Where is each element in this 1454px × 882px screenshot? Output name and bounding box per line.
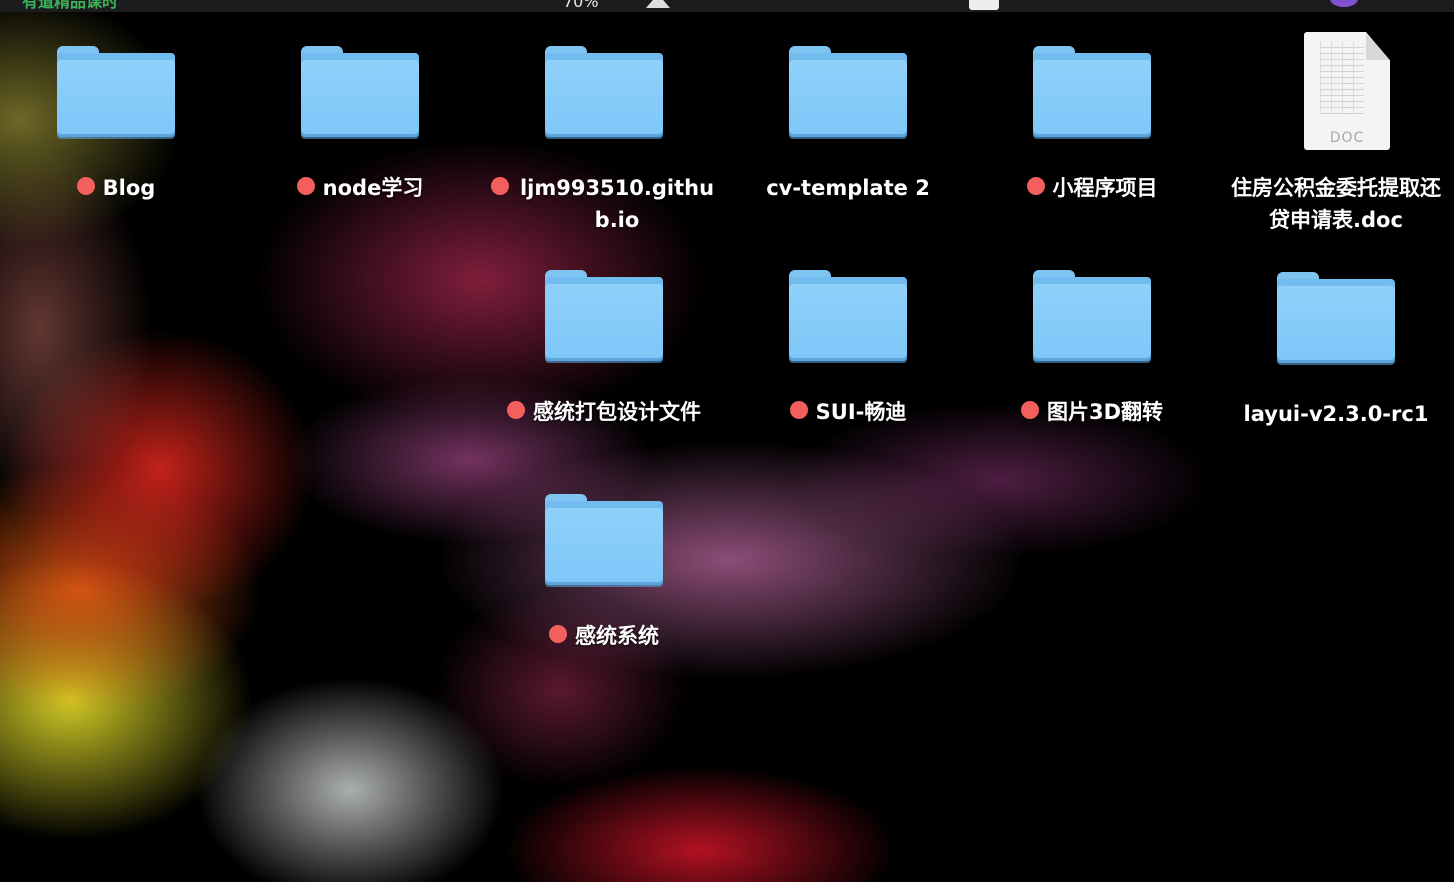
folder-icon (1033, 270, 1151, 362)
item-label: 小程序项目 (970, 172, 1214, 204)
volume-icon[interactable] (480, 0, 504, 10)
siri-icon[interactable] (1330, 0, 1358, 7)
folder-icon (1277, 272, 1395, 364)
item-label: 感统打包设计文件 (482, 396, 726, 428)
menu-bar: 有道精品课时 70% (0, 0, 1454, 12)
folder-icon (789, 270, 907, 362)
item-label: SUI-畅迪 (726, 396, 970, 428)
bluetooth-icon[interactable] (380, 0, 404, 10)
red-tag-icon (507, 401, 525, 419)
item-label: Blog (0, 172, 238, 204)
airplay-icon[interactable] (646, 0, 670, 8)
item-label: node学习 (238, 172, 482, 204)
input-source-icon[interactable] (765, 0, 789, 10)
item-label: 住房公积金委托提取还贷申请表.doc (1231, 176, 1441, 232)
time-machine-icon[interactable] (430, 0, 454, 10)
folder-icon (1033, 46, 1151, 138)
red-tag-icon (789, 401, 808, 419)
red-tag-icon (491, 177, 509, 195)
item-label: 图片3D翻转 (970, 396, 1214, 428)
desktop[interactable]: 有道精品课时 70% Blog node学习 ljm993510.github.… (0, 0, 1454, 882)
wifi-icon[interactable] (705, 0, 729, 10)
red-tag-icon (296, 177, 315, 195)
folder-icon (301, 46, 419, 138)
red-tag-icon (1026, 177, 1045, 195)
red-tag-icon (549, 625, 567, 643)
notification-box-icon[interactable] (969, 0, 999, 10)
item-label: layui-v2.3.0-rc1 (1243, 402, 1429, 426)
sync-icon[interactable] (330, 0, 354, 10)
folder-icon (789, 46, 907, 138)
folder-icon (545, 270, 663, 362)
red-tag-icon (76, 177, 95, 195)
red-tag-icon (1020, 401, 1039, 419)
folder-icon (545, 494, 663, 586)
menubar-app-name[interactable]: 有道精品课时 (22, 0, 118, 11)
battery-percentage[interactable]: 70% (563, 0, 599, 11)
item-label: cv-template 2 (766, 176, 930, 200)
item-label: 感统系统 (482, 620, 726, 652)
item-label: ljm993510.github.io (482, 172, 726, 236)
word-document-icon: DOC (1304, 32, 1390, 150)
spotlight-search-icon[interactable] (1270, 0, 1294, 10)
folder-icon (57, 46, 175, 138)
folder-icon (545, 46, 663, 138)
